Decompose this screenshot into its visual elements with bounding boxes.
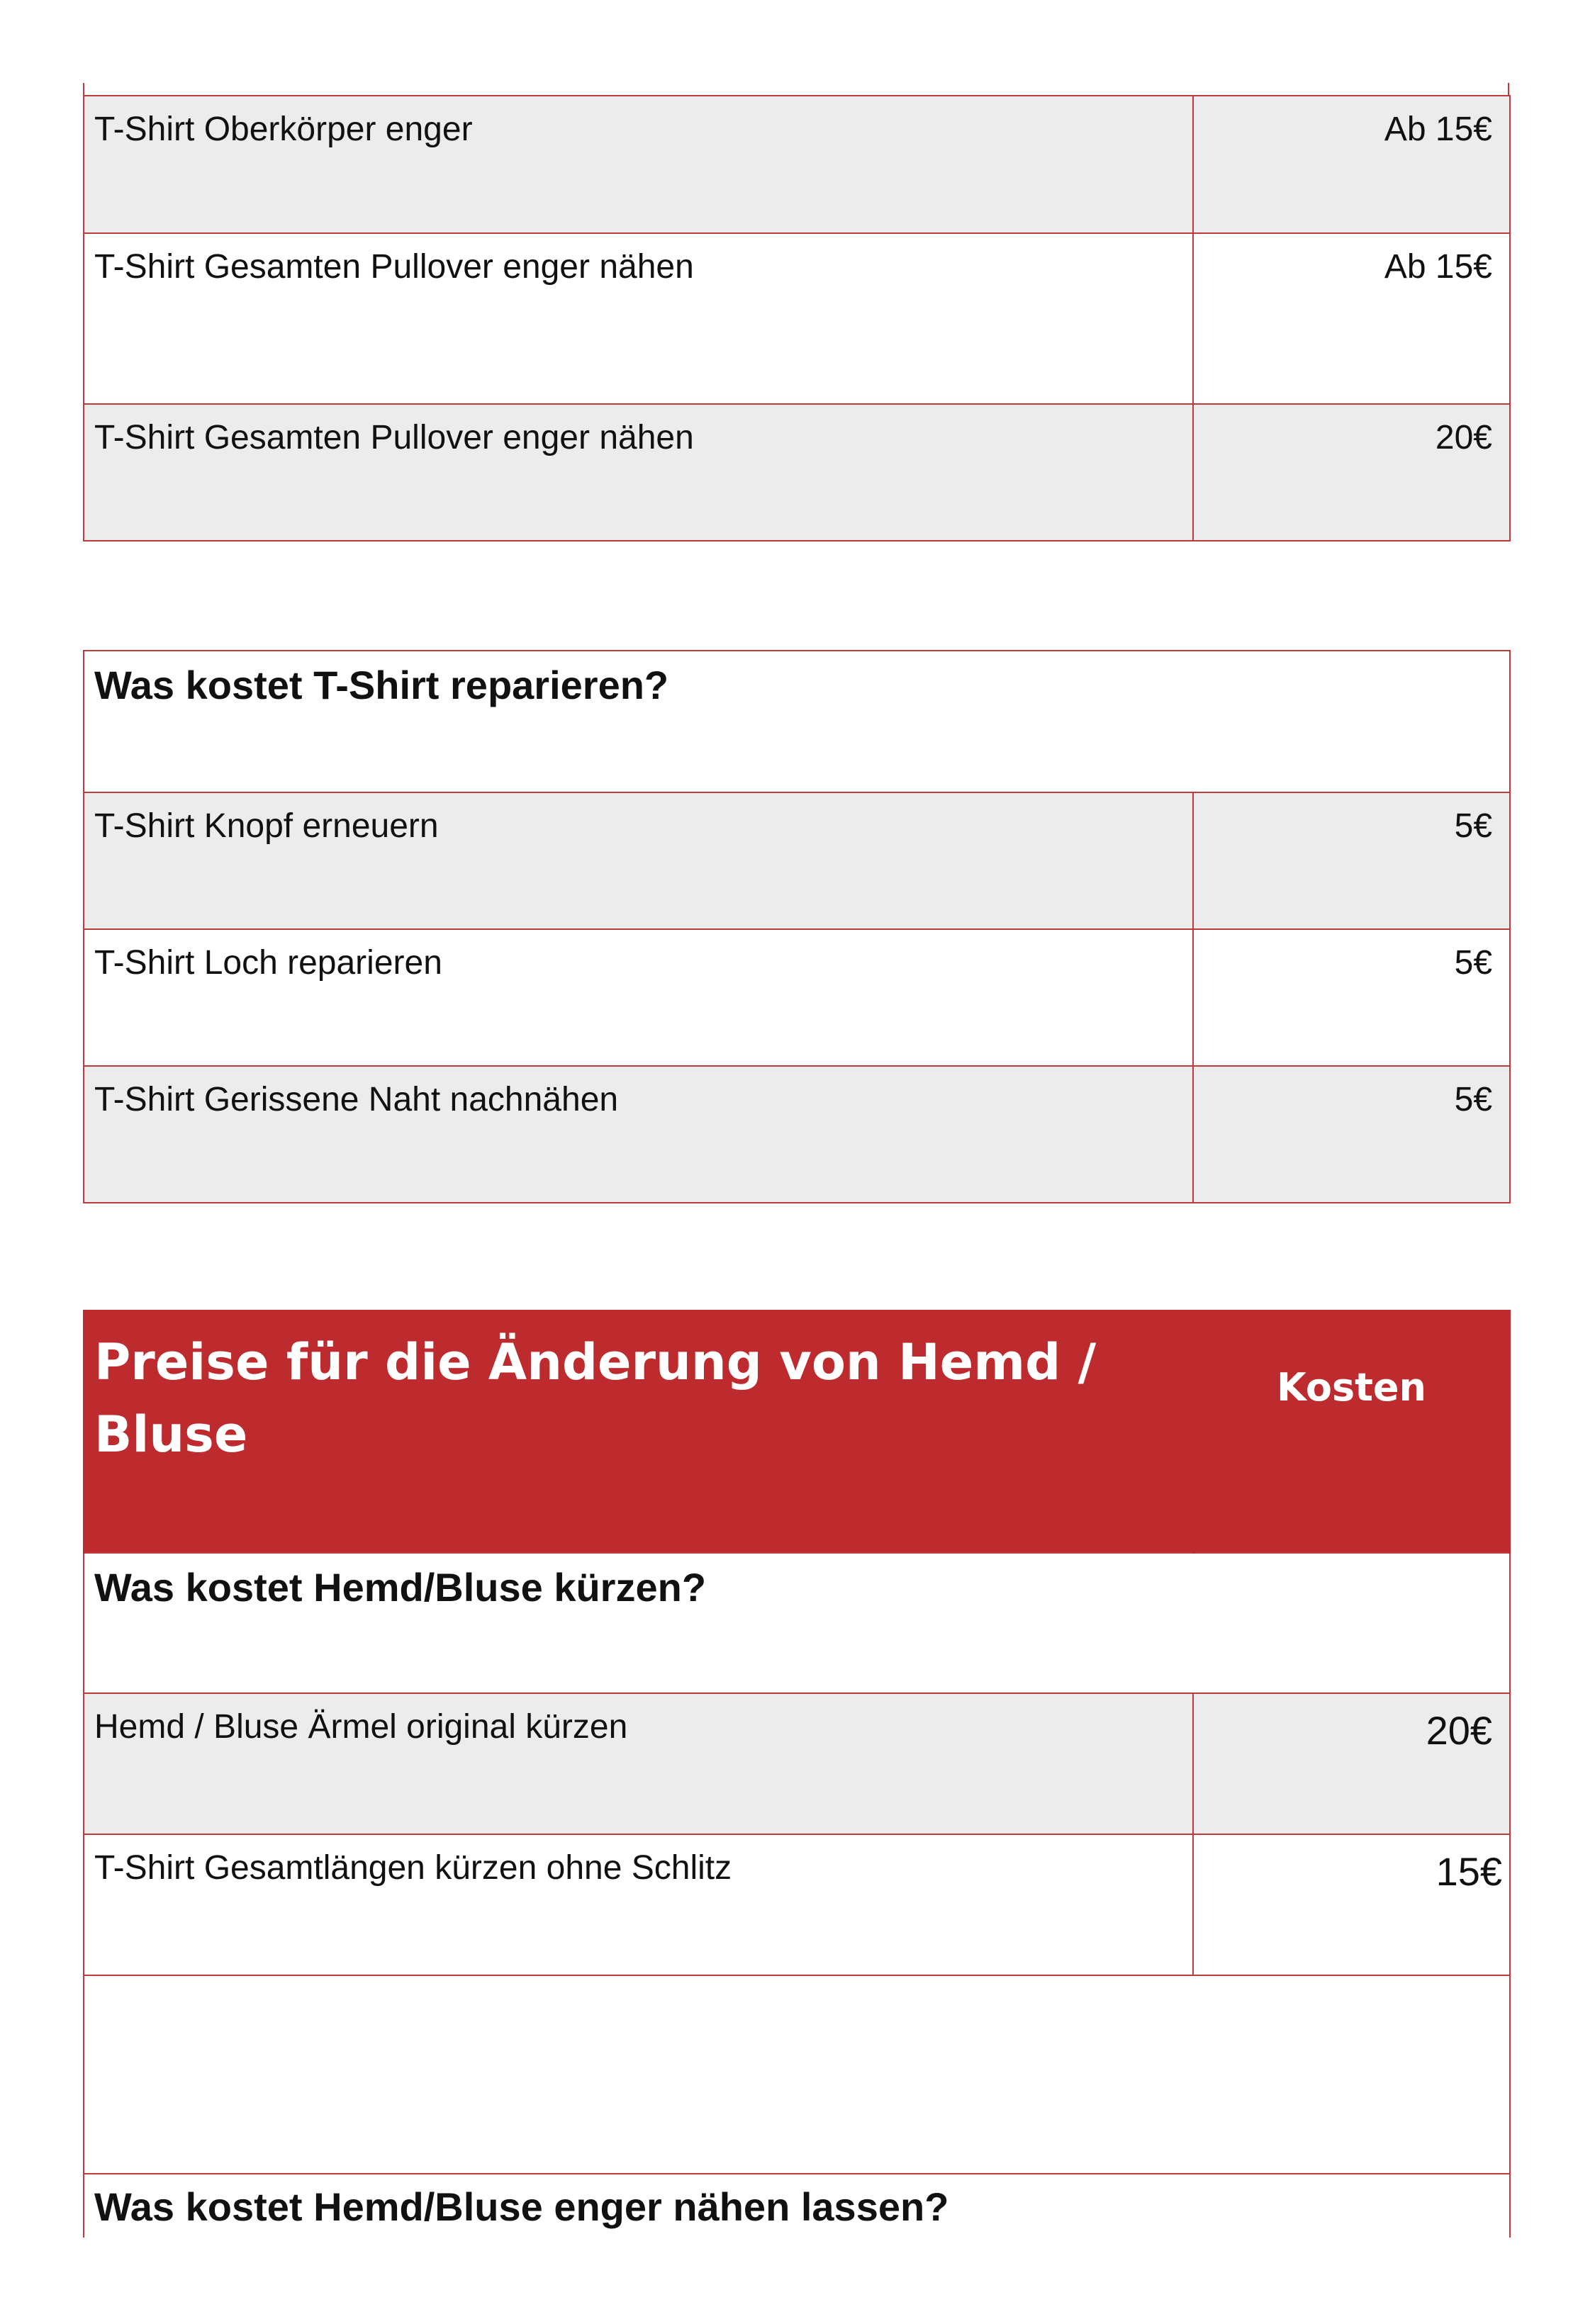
- item-label: Hemd / Bluse Ärmel original kürzen: [94, 1708, 628, 1746]
- item-label: T-Shirt Gesamtlängen kürzen ohne Schlitz: [94, 1849, 732, 1887]
- item-label: T-Shirt Gesamten Pullover enger nähen: [94, 248, 694, 286]
- table-row: T-Shirt Gesamten Pullover enger nähen Ab…: [83, 232, 1511, 405]
- table-row: T-Shirt Oberkörper enger Ab 15€: [83, 95, 1511, 234]
- tshirt-reparieren-table: Was kostet T-Shirt reparieren? T-Shirt K…: [82, 650, 1511, 1203]
- table-header-row: Preise für die Änderung von Hemd / Bluse…: [83, 1310, 1511, 1553]
- table-row: T-Shirt Knopf erneuern 5€: [83, 792, 1511, 930]
- table-row: T-Shirt Gesamtlängen kürzen ohne Schlitz…: [83, 1834, 1511, 1975]
- section-heading-row: Was kostet Hemd/Bluse enger nähen lassen…: [83, 2173, 1511, 2238]
- item-price: 5€: [1454, 944, 1493, 982]
- section-heading: Was kostet Hemd/Bluse kürzen?: [94, 1565, 707, 1610]
- table-row: Hemd / Bluse Ärmel original kürzen 20€: [83, 1693, 1511, 1834]
- section-heading-row: Was kostet Hemd/Bluse kürzen?: [83, 1552, 1511, 1693]
- item-price: Ab 15€: [1384, 111, 1492, 148]
- item-price: Ab 15€: [1384, 248, 1492, 286]
- table-row: T-Shirt Gesamten Pullover enger nähen 20…: [83, 403, 1511, 541]
- item-price: 15€: [1436, 1849, 1502, 1894]
- item-label: T-Shirt Loch reparieren: [94, 944, 442, 982]
- item-price: 20€: [1435, 419, 1492, 456]
- item-label: T-Shirt Oberkörper enger: [94, 111, 473, 148]
- table-row: T-Shirt Loch reparieren 5€: [83, 928, 1511, 1067]
- item-price: 5€: [1454, 807, 1493, 845]
- item-label: T-Shirt Gesamten Pullover enger nähen: [94, 419, 694, 456]
- item-price: 20€: [1426, 1708, 1492, 1753]
- item-price: 5€: [1454, 1081, 1493, 1118]
- section-title: Preise für die Änderung von Hemd / Bluse: [94, 1333, 1097, 1464]
- section-heading: Was kostet T-Shirt reparieren?: [94, 663, 669, 707]
- section-heading: Was kostet Hemd/Bluse enger nähen lassen…: [94, 2184, 949, 2229]
- empty-row: [83, 1975, 1511, 2174]
- section-heading-row: Was kostet T-Shirt reparieren?: [82, 650, 1511, 793]
- hemd-bluse-table: Preise für die Änderung von Hemd / Bluse…: [83, 1310, 1511, 2238]
- table-left-edge: [83, 83, 84, 96]
- table-right-edge: [1508, 83, 1509, 96]
- item-label: T-Shirt Knopf erneuern: [94, 807, 439, 845]
- table-row: T-Shirt Gerissene Naht nachnähen 5€: [83, 1065, 1511, 1203]
- item-label: T-Shirt Gerissene Naht nachnähen: [94, 1081, 619, 1118]
- cost-column-header: Kosten: [1276, 1365, 1427, 1410]
